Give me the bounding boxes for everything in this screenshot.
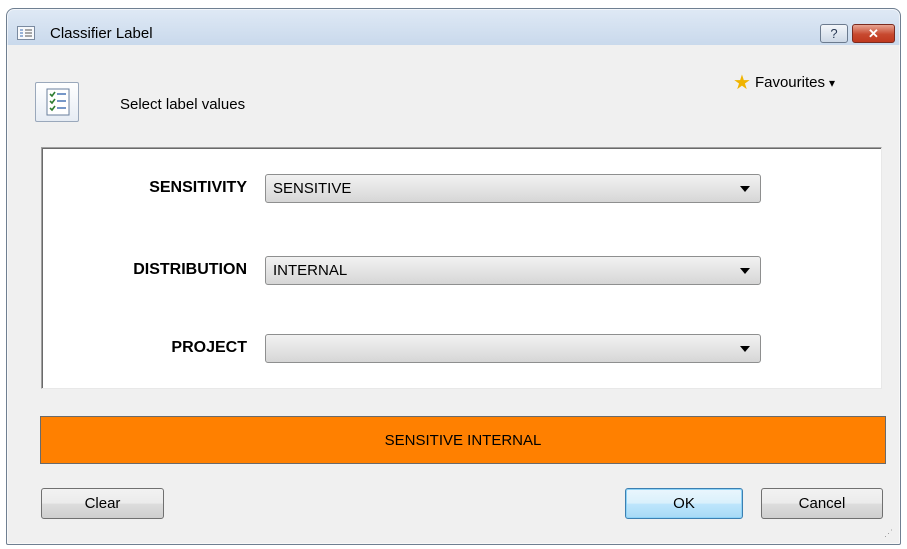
favourites-label: Favourites	[754, 74, 825, 91]
clear-button-label: Clear	[84, 495, 121, 512]
project-select[interactable]	[265, 334, 761, 363]
distribution-select[interactable]: INTERNAL	[265, 256, 761, 285]
resize-grip-icon[interactable]: ⋰	[884, 528, 893, 539]
sensitivity-select[interactable]: SENSITIVE	[265, 174, 761, 203]
sensitivity-label: SENSITIVITY	[149, 179, 247, 196]
distribution-value: INTERNAL	[273, 262, 348, 279]
cancel-button-label: Cancel	[798, 495, 846, 512]
chevron-down-icon: ▾	[828, 75, 835, 90]
dropdown-arrow-icon	[740, 186, 750, 192]
distribution-label: DISTRIBUTION	[133, 261, 247, 278]
clear-button[interactable]: Clear	[41, 488, 164, 519]
project-label: PROJECT	[171, 339, 247, 356]
help-button[interactable]: ?	[820, 24, 848, 43]
cancel-button[interactable]: Cancel	[761, 488, 883, 519]
list-icon-glyph	[20, 29, 32, 37]
ok-button-label: OK	[673, 495, 695, 512]
question-icon: ?	[830, 26, 838, 41]
ok-button[interactable]: OK	[625, 488, 743, 519]
sensitivity-value: SENSITIVE	[273, 180, 352, 197]
classification-banner: SENSITIVE INTERNAL	[40, 416, 886, 464]
favourites-menu[interactable]: ★ Favourites ▾	[733, 71, 835, 94]
list-icon	[17, 26, 35, 40]
dropdown-arrow-icon	[740, 346, 750, 352]
close-button[interactable]: ✕	[852, 24, 895, 43]
instruction-text: Select label values	[120, 96, 246, 113]
classification-banner-text: SENSITIVE INTERNAL	[384, 431, 542, 449]
checklist-icon	[35, 82, 79, 122]
dropdown-arrow-icon	[740, 268, 750, 274]
checklist-icon-glyph	[46, 88, 70, 116]
star-icon: ★	[733, 71, 751, 94]
window-title: Classifier Label	[50, 25, 153, 42]
close-icon: ✕	[868, 25, 879, 41]
